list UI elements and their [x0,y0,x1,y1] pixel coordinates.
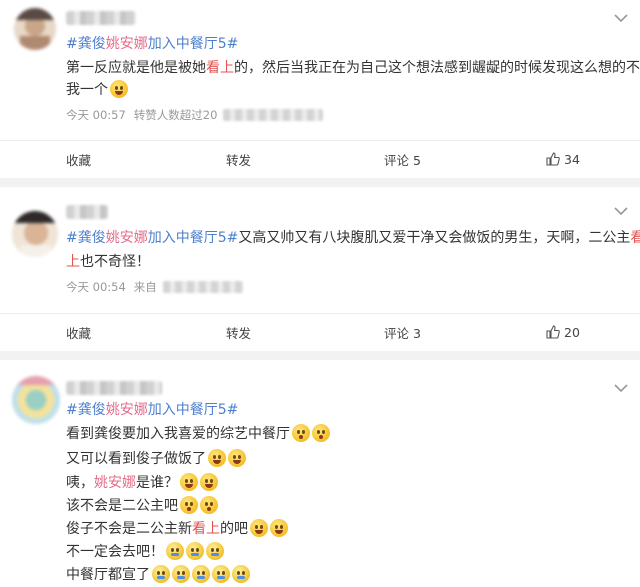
timestamp: 今天 00:54 [66,280,126,294]
comment-button[interactable]: 评论 5 [384,141,421,177]
favorite-button[interactable]: 收藏 [66,314,91,350]
emoji-icon [228,449,246,467]
emoji-icon [200,496,218,514]
emoji-icon [200,473,218,491]
post-text-line: 第一反应就是他是被她看上的，然后当我正在为自己这个想法感到龌龊的时候发现这么想的… [66,60,640,76]
avatar[interactable] [14,8,56,50]
post-text-line: 不一定会去吧！ [66,542,224,562]
emoji-icon [180,473,198,491]
comment-card-1: #龚俊姚安娜加入中餐厅5# 第一反应就是他是被她看上的，然后当我正在为自己这个想… [0,0,640,178]
repost-count-note: 转赞人数超过20 [133,108,218,122]
chevron-down-icon[interactable] [612,205,630,217]
action-bar: 收藏 转发 评论 5 34 [0,141,640,177]
emoji-icon [166,542,184,560]
post-text-line: 该不会是二公主吧 [66,496,218,516]
highlight-text[interactable]: 看 [630,230,640,246]
post-text-line: 上也不奇怪！ [66,254,150,270]
post-text-line: 看到龚俊要加入我喜爱的综艺中餐厅 [66,424,330,444]
chevron-down-icon[interactable] [612,12,630,24]
emoji-icon [206,542,224,560]
comment-card-3: #龚俊姚安娜加入中餐厅5# 看到龚俊要加入我喜爱的综艺中餐厅 又可以看到俊子做饭… [0,360,640,587]
chevron-down-icon[interactable] [612,382,630,394]
comment-card-2: #龚俊姚安娜加入中餐厅5#又高又帅又有八块腹肌又爱干净又会做饭的男生，天啊，二公… [0,187,640,351]
source-redacted [223,109,324,121]
username-redacted[interactable] [66,11,136,25]
repost-button[interactable]: 转发 [226,141,251,177]
emoji-icon [270,519,288,537]
thumbs-up-icon [546,152,560,166]
emoji-icon [212,565,230,583]
source-label: 来自 [133,280,157,294]
highlight-text[interactable]: 上 [66,254,80,270]
repost-button[interactable]: 转发 [226,314,251,350]
post-text-line: #龚俊姚安娜加入中餐厅5#又高又帅又有八块腹肌又爱干净又会做饭的男生，天啊，二公… [66,228,640,248]
post-text-line: 我一个 [66,80,128,100]
post-meta: 今天 00:57 转赞人数超过20 [66,107,324,123]
hashtag-line: #龚俊姚安娜加入中餐厅5# [66,400,238,420]
post-text-line: 中餐厅都宣了 [66,565,250,585]
emoji-icon [208,449,226,467]
emoji-icon [152,565,170,583]
post-meta: 今天 00:54 来自 [66,279,243,295]
hashtag-line: #龚俊姚安娜加入中餐厅5# [66,34,238,54]
hashtag-link[interactable]: #龚俊姚安娜加入中餐厅5# [66,402,238,418]
avatar[interactable] [12,211,58,257]
hashtag-link[interactable]: #龚俊姚安娜加入中餐厅5# [66,230,238,246]
avatar[interactable] [12,376,60,424]
post-text-line: 咦，姚安娜是谁？ [66,473,218,493]
like-button[interactable]: 20 [546,314,580,350]
hashtag-link[interactable]: #龚俊姚安娜加入中餐厅5# [66,36,238,52]
post-text-line: 俊子不会是二公主新看上的吧 [66,519,288,539]
emoji-icon [312,424,330,442]
like-button[interactable]: 34 [546,141,580,177]
emoji-icon [172,565,190,583]
emoji-icon [292,424,310,442]
favorite-button[interactable]: 收藏 [66,141,91,177]
emoji-icon [250,519,268,537]
emoji-icon [186,542,204,560]
emoji-icon [232,565,250,583]
source-redacted [162,281,243,293]
timestamp: 今天 00:57 [66,108,126,122]
highlight-text[interactable]: 看上 [206,60,234,76]
emoji-icon [192,565,210,583]
highlight-text[interactable]: 看上 [192,521,220,537]
emoji-icon [110,80,128,98]
highlight-text[interactable]: 姚安娜 [94,475,136,491]
comment-button[interactable]: 评论 3 [384,314,421,350]
post-text-line: 又可以看到俊子做饭了 [66,449,246,469]
username-redacted[interactable] [66,205,108,219]
emoji-icon [180,496,198,514]
thumbs-up-icon [546,325,560,339]
username-redacted[interactable] [66,381,162,395]
action-bar: 收藏 转发 评论 3 20 [0,314,640,350]
